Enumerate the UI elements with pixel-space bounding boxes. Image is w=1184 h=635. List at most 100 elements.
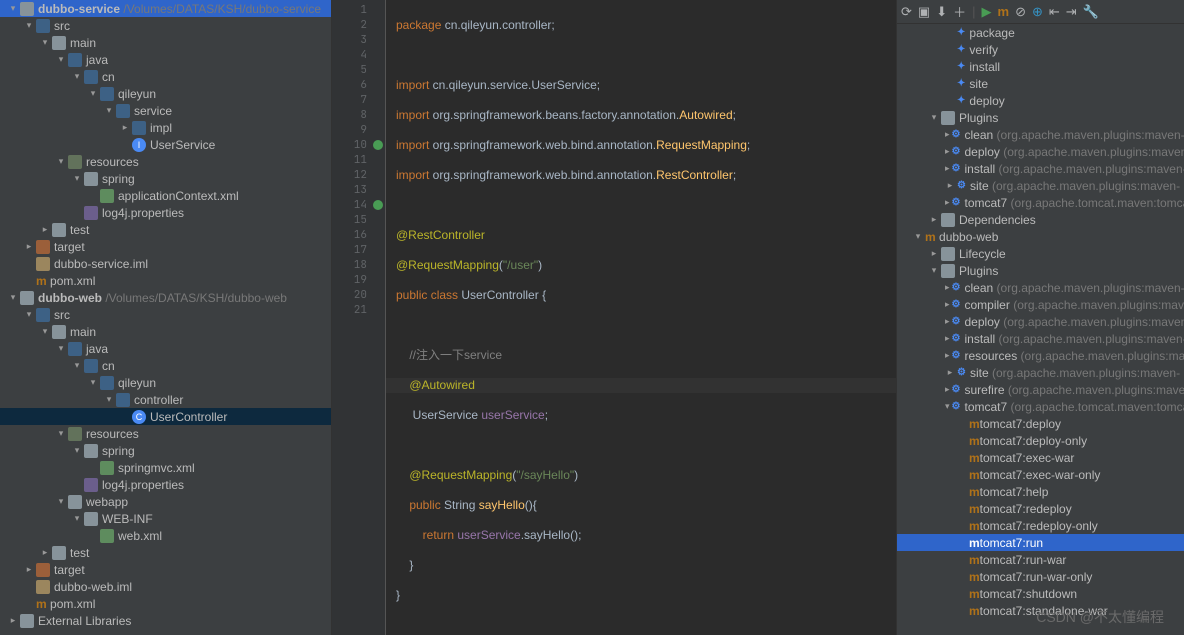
goal-package[interactable]: ✦package [897,24,1184,41]
package-qileyun[interactable]: ▾qileyun [0,85,331,102]
file-iml[interactable]: dubbo-web.iml [0,578,331,595]
folder-webapp[interactable]: ▾webapp [0,493,331,510]
file-pom[interactable]: m pom.xml [0,272,331,289]
package-icon [100,87,114,101]
offline-icon[interactable]: ⊕ [1032,4,1043,20]
folder-spring[interactable]: ▾spring [0,442,331,459]
collapse-icon[interactable]: ⇤ [1049,4,1060,20]
node-dependencies[interactable]: ▸Dependencies [897,211,1184,228]
folder-icon [52,546,66,560]
folder-src[interactable]: ▾src [0,306,331,323]
folder-icon [68,427,82,441]
project-root-dubbo-service[interactable]: ▾ dubbo-service /Volumes/DATAS/KSH/dubbo… [0,0,331,17]
goal-tomcat7-run-war-only[interactable]: mtomcat7:run-war-only [897,568,1184,585]
plugin-install[interactable]: ▸⚙install (org.apache.maven.plugins:mave… [897,330,1184,347]
file-springmvc[interactable]: springmvc.xml [0,459,331,476]
folder-icon [84,444,98,458]
download-icon[interactable]: ⬇ [936,4,947,20]
package-controller[interactable]: ▾controller [0,391,331,408]
class-usercontroller[interactable]: CUserController [0,408,331,425]
plugin-clean[interactable]: ▸⚙clean (org.apache.maven.plugins:maven- [897,279,1184,296]
goal-tomcat7-redeploy-only[interactable]: mtomcat7:redeploy-only [897,517,1184,534]
refresh-icon[interactable]: ⟳ [901,4,912,20]
add-icon[interactable]: ＋ [953,2,966,21]
plugin-install[interactable]: ▸⚙install (org.apache.maven.plugins:mave… [897,160,1184,177]
folder-test[interactable]: ▸test [0,544,331,561]
folder-test[interactable]: ▸test [0,221,331,238]
goal-tomcat7-run-war[interactable]: mtomcat7:run-war [897,551,1184,568]
goal-tomcat7-shutdown[interactable]: mtomcat7:shutdown [897,585,1184,602]
goal-tomcat7-help[interactable]: mtomcat7:help [897,483,1184,500]
goal-tomcat7-exec-war-only[interactable]: mtomcat7:exec-war-only [897,466,1184,483]
maven-panel[interactable]: ⟳ ▣ ⬇ ＋ | ▶ m ⊘ ⊕ ⇤ ⇥ 🔧 ✦package ✦verify… [896,0,1184,635]
goal-verify[interactable]: ✦verify [897,41,1184,58]
module-dubbo-web[interactable]: ▾m dubbo-web [897,228,1184,245]
plugin-site[interactable]: ▸⚙site (org.apache.maven.plugins:maven- [897,364,1184,381]
folder-main[interactable]: ▾main [0,323,331,340]
file-appctx[interactable]: applicationContext.xml [0,187,331,204]
gutter[interactable]: 12345 6789 10 111213 14 15161718 192021 [332,0,386,635]
iml-icon [36,257,50,271]
code-area[interactable]: package cn.qileyun.controller; import cn… [386,0,896,635]
package-impl[interactable]: ▸impl [0,119,331,136]
file-iml[interactable]: dubbo-service.iml [0,255,331,272]
folder-resources[interactable]: ▾resources [0,425,331,442]
plugin-surefire[interactable]: ▸⚙surefire (org.apache.maven.plugins:mav… [897,381,1184,398]
folder-icon [84,172,98,186]
goal-tomcat7-deploy[interactable]: mtomcat7:deploy [897,415,1184,432]
editor[interactable]: 12345 6789 10 111213 14 15161718 192021 … [332,0,896,635]
folder-src[interactable]: ▾src [0,17,331,34]
interface-icon: I [132,138,146,152]
plugin-site[interactable]: ▸⚙site (org.apache.maven.plugins:maven- [897,177,1184,194]
goal-deploy[interactable]: ✦deploy [897,92,1184,109]
expand-icon[interactable]: ▾ [8,3,18,14]
folder-icon [84,512,98,526]
goal-tomcat7-exec-war[interactable]: mtomcat7:exec-war [897,449,1184,466]
package-cn[interactable]: ▾cn [0,68,331,85]
goal-tomcat7-run[interactable]: mtomcat7:run [897,534,1184,551]
node-plugins[interactable]: ▾Plugins [897,109,1184,126]
folder-icon [36,19,50,33]
goal-tomcat7-redeploy[interactable]: mtomcat7:redeploy [897,500,1184,517]
folder-icon [68,495,82,509]
external-libraries[interactable]: ▸External Libraries [0,612,331,629]
goal-site[interactable]: ✦site [897,75,1184,92]
generate-icon[interactable]: ▣ [918,4,930,20]
project-tree[interactable]: ▾ dubbo-service /Volumes/DATAS/KSH/dubbo… [0,0,332,635]
package-qileyun[interactable]: ▾qileyun [0,374,331,391]
maven-icon[interactable]: m [998,4,1010,19]
folder-target[interactable]: ▸target [0,561,331,578]
gutter-marker-icon[interactable] [373,200,383,210]
plugin-deploy[interactable]: ▸⚙deploy (org.apache.maven.plugins:maven… [897,143,1184,160]
node-lifecycle[interactable]: ▸Lifecycle [897,245,1184,262]
plugin-tomcat7[interactable]: ▸⚙tomcat7 (org.apache.tomcat.maven:tomca… [897,194,1184,211]
plugin-clean[interactable]: ▸⚙clean (org.apache.maven.plugins:maven- [897,126,1184,143]
folder-resources[interactable]: ▾resources [0,153,331,170]
folder-java[interactable]: ▾java [0,51,331,68]
file-pom[interactable]: m pom.xml [0,595,331,612]
package-cn[interactable]: ▾cn [0,357,331,374]
run-icon[interactable]: ▶ [982,4,992,20]
plugin-compiler[interactable]: ▸⚙compiler (org.apache.maven.plugins:mav… [897,296,1184,313]
folder-main[interactable]: ▾main [0,34,331,51]
goal-install[interactable]: ✦install [897,58,1184,75]
gutter-marker-icon[interactable] [373,140,383,150]
folder-webinf[interactable]: ▾WEB-INF [0,510,331,527]
node-plugins[interactable]: ▾Plugins [897,262,1184,279]
file-webxml[interactable]: web.xml [0,527,331,544]
expand-icon[interactable]: ⇥ [1066,4,1077,20]
plugin-tomcat7[interactable]: ▾⚙tomcat7 (org.apache.tomcat.maven:tomca… [897,398,1184,415]
package-service[interactable]: ▾service [0,102,331,119]
goal-tomcat7-deploy-only[interactable]: mtomcat7:deploy-only [897,432,1184,449]
file-log4j[interactable]: log4j.properties [0,476,331,493]
file-log4j[interactable]: log4j.properties [0,204,331,221]
plugin-resources[interactable]: ▸⚙resources (org.apache.maven.plugins:ma… [897,347,1184,364]
class-userservice[interactable]: IUserService [0,136,331,153]
project-root-dubbo-web[interactable]: ▾ dubbo-web /Volumes/DATAS/KSH/dubbo-web [0,289,331,306]
folder-java[interactable]: ▾java [0,340,331,357]
folder-spring[interactable]: ▾spring [0,170,331,187]
plugin-deploy[interactable]: ▸⚙deploy (org.apache.maven.plugins:maven… [897,313,1184,330]
skip-tests-icon[interactable]: ⊘ [1015,4,1026,20]
folder-target[interactable]: ▸target [0,238,331,255]
settings-icon[interactable]: 🔧 [1083,4,1099,20]
